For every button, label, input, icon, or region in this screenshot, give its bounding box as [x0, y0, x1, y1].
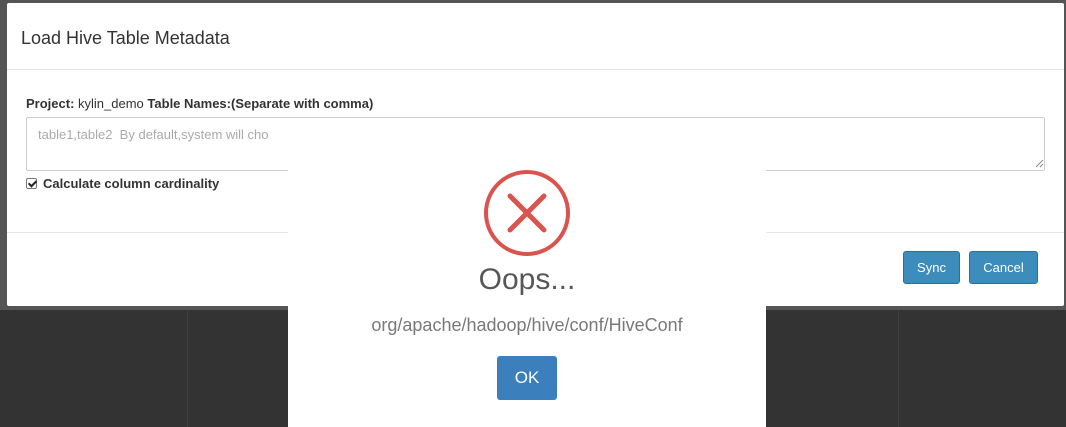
project-line: Project: kylin_demo Table Names:(Separat… — [26, 96, 373, 111]
background-divider — [187, 310, 188, 427]
cardinality-checkbox[interactable] — [26, 178, 37, 189]
project-value: kylin_demo — [78, 96, 144, 111]
modal-title: Load Hive Table Metadata — [21, 28, 230, 48]
resize-grip-icon[interactable] — [1035, 159, 1044, 168]
error-x-icon — [484, 170, 570, 256]
project-label: Project: — [26, 96, 75, 111]
sync-button[interactable]: Sync — [903, 251, 960, 284]
cardinality-label: Calculate column cardinality — [43, 176, 220, 191]
background-divider — [898, 310, 899, 427]
error-alert-dialog: Oops... org/apache/hadoop/hive/conf/Hive… — [288, 156, 766, 427]
alert-message: org/apache/hadoop/hive/conf/HiveConf — [371, 315, 683, 335]
table-names-label: Table Names:(Separate with comma) — [147, 96, 374, 111]
cardinality-option[interactable]: Calculate column cardinality — [26, 176, 219, 191]
modal-header: Load Hive Table Metadata — [7, 3, 1064, 70]
ok-button[interactable]: OK — [497, 356, 557, 400]
cancel-button[interactable]: Cancel — [969, 251, 1038, 284]
alert-title: Oops... — [478, 263, 576, 296]
